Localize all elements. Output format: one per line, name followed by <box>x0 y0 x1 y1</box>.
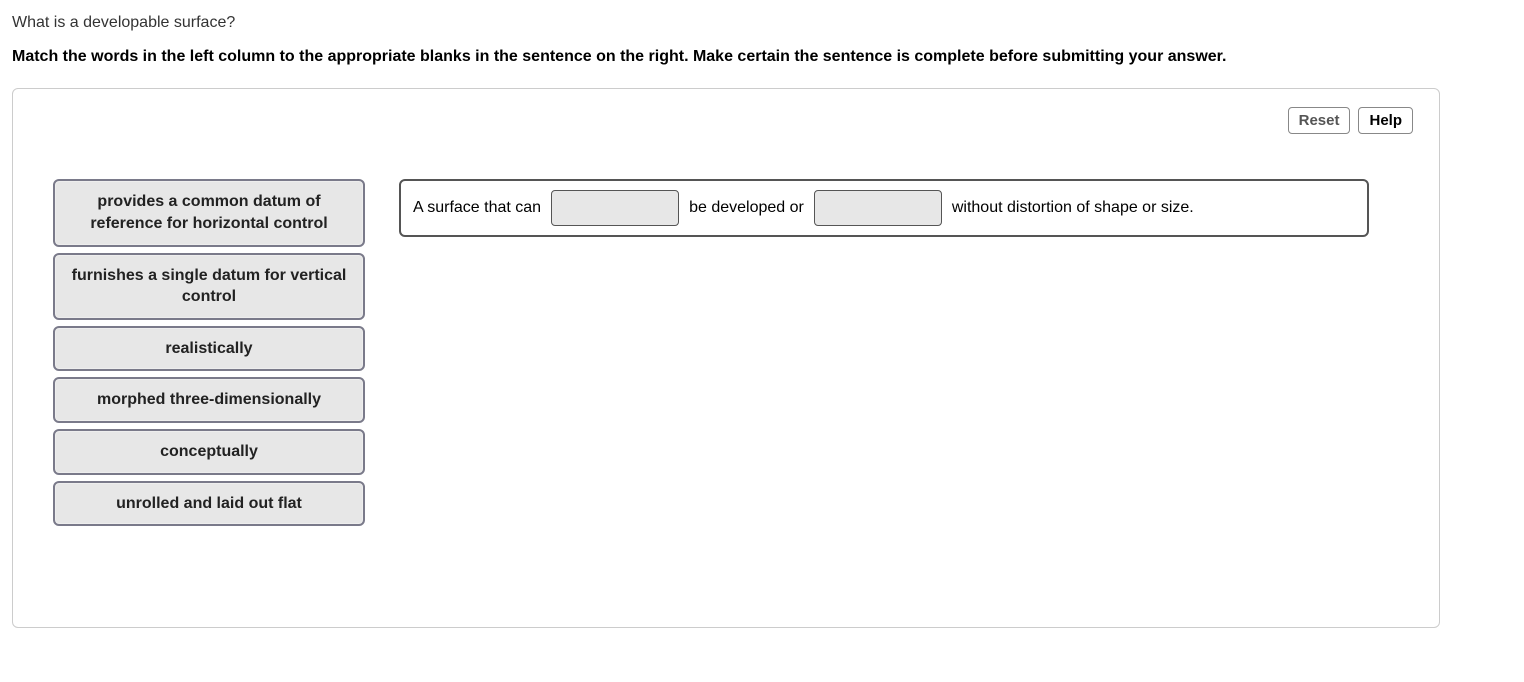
sentence-box: A surface that can be developed or witho… <box>399 179 1369 237</box>
help-button[interactable]: Help <box>1358 107 1413 134</box>
reset-button[interactable]: Reset <box>1288 107 1351 134</box>
choices-column: provides a common datum of reference for… <box>39 179 365 526</box>
sentence-part: be developed or <box>689 199 804 217</box>
instructions-text: Match the words in the left column to th… <box>12 46 1512 68</box>
exercise-panel: Reset Help provides a common datum of re… <box>12 88 1440 628</box>
work-area: provides a common datum of reference for… <box>39 179 1413 526</box>
choice-item[interactable]: morphed three-dimensionally <box>53 377 365 423</box>
panel-controls: Reset Help <box>1288 107 1413 134</box>
question-text: What is a developable surface? <box>12 14 1512 32</box>
drop-slot-1[interactable] <box>551 190 679 226</box>
choice-item[interactable]: conceptually <box>53 429 365 475</box>
drop-slot-2[interactable] <box>814 190 942 226</box>
sentence-part: A surface that can <box>413 199 541 217</box>
sentence-part: without distortion of shape or size. <box>952 199 1194 217</box>
choice-item[interactable]: provides a common datum of reference for… <box>53 179 365 246</box>
choice-item[interactable]: realistically <box>53 326 365 372</box>
choice-item[interactable]: unrolled and laid out flat <box>53 481 365 527</box>
choice-item[interactable]: furnishes a single datum for vertical co… <box>53 253 365 320</box>
